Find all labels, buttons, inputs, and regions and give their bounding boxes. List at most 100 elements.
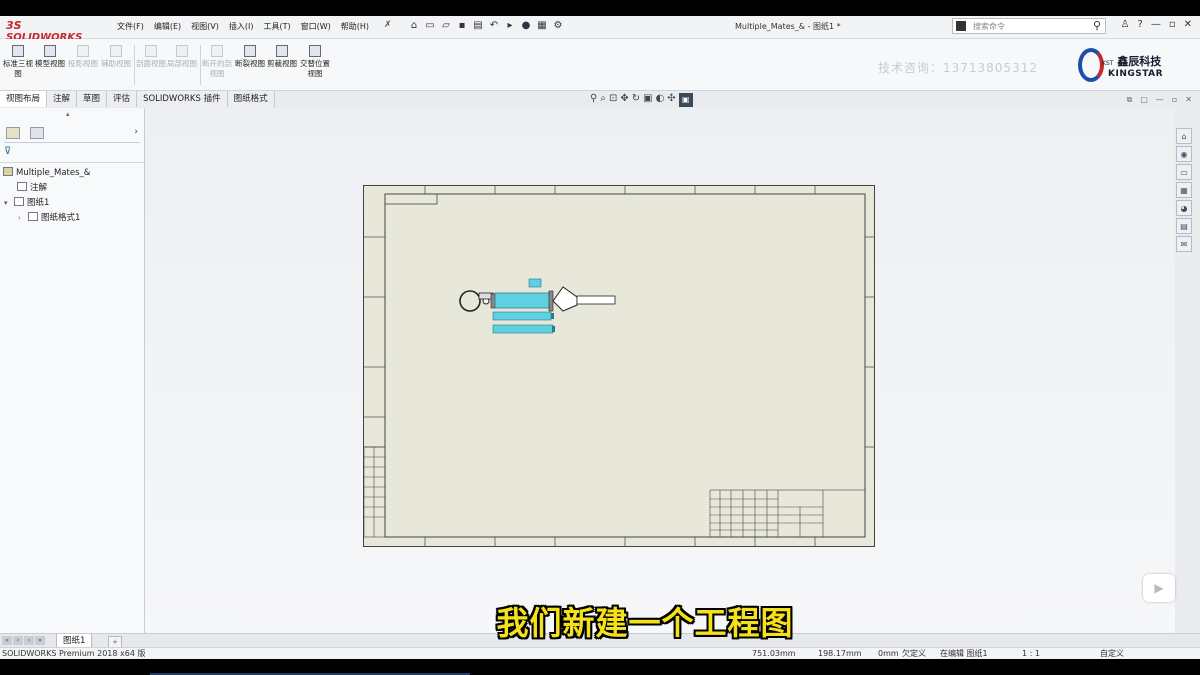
annotations-icon [17,182,27,191]
command-icon [956,21,966,31]
save-icon[interactable]: ▪ [456,19,468,33]
viewport-controls: ⧉ ▢ — ▫ ✕ [1127,95,1192,105]
tree-root[interactable]: Multiple_Mates_& [0,166,144,181]
search-commands-input[interactable]: 搜索命令 ⚲ [952,18,1106,34]
tree-item-sheet-format1[interactable]: › 图纸格式1 [0,211,144,226]
status-definition-state: 欠定义 [902,649,926,658]
hide-show-icon[interactable]: ◐ [656,93,665,107]
title-bar: 3S SOLIDWORKS 文件(F) 编辑(E) 视图(V) 插入(I) 工具… [0,16,1200,43]
filter-icon[interactable]: ⊽ [4,146,11,157]
alternate-position-view-button[interactable]: 交替位置视图 [299,45,331,79]
tab-solidworks-addins[interactable]: SOLIDWORKS 插件 [137,91,228,107]
tab-sketch[interactable]: 草图 [77,91,108,107]
tree-item-sheet1[interactable]: ▾ 图纸1 [0,196,144,211]
close-button[interactable]: ✕ [1184,19,1192,30]
broken-out-section-button[interactable]: 断开的剖视图 [201,45,233,79]
tab-evaluate[interactable]: 评估 [107,91,138,107]
options-gear-icon[interactable]: ⚙ [552,19,564,33]
drawing-sheet-svg [363,185,875,547]
video-bottom-strip [0,659,1200,675]
menu-help[interactable]: 帮助(H) [336,21,374,32]
pin-menu-icon[interactable]: ✗ [384,20,392,30]
drawing-sheet[interactable] [363,185,875,547]
select-icon[interactable]: ▸ [504,19,516,33]
home-icon[interactable]: ⌂ [408,19,420,33]
design-library-icon[interactable]: ◉ [1176,146,1192,162]
file-properties-icon[interactable]: ▦ [536,19,548,33]
help-icon[interactable]: ? [1138,19,1143,30]
viewport-maximize-icon[interactable]: ▫ [1172,95,1177,105]
status-scale[interactable]: 1 : 1 [1022,648,1040,659]
chevron-right-icon[interactable]: › [18,211,28,226]
viewport-tile-icon[interactable]: ▢ [1140,95,1148,105]
menu-view[interactable]: 视图(V) [186,21,224,32]
projected-view-button[interactable]: 投影视图 [67,45,99,69]
pan-icon[interactable]: ✥ [620,93,628,107]
crop-view-icon [276,45,288,57]
auxiliary-view-icon [110,45,122,57]
feature-manager-tab-icon[interactable] [6,127,20,139]
print-icon[interactable]: ▤ [472,19,484,33]
view-palette-icon[interactable]: ▦ [1176,182,1192,198]
custom-properties-icon[interactable]: ▤ [1176,218,1192,234]
collapse-arrow-icon[interactable]: ▴ [66,110,70,118]
contact-watermark: 技术咨询：13713805312 [878,61,1038,75]
display-style-icon[interactable]: ▣ [643,93,652,107]
video-subtitle: 我们新建一个工程图 [496,604,794,642]
menu-insert[interactable]: 插入(I) [224,21,259,32]
model-view-button[interactable]: 模型视图 [34,45,66,69]
model-view-icon [44,45,56,57]
appearances-icon[interactable]: ◕ [1176,200,1192,216]
menu-tools[interactable]: 工具(T) [258,21,295,32]
tab-view-layout[interactable]: 视图布局 [0,91,48,107]
feature-manager-panel: ▴ › ⊽ Multiple_Mates_& 注解 ▾ 图纸1 › 图纸格式1 [0,108,145,633]
document-title: Multiple_Mates_& - 图纸1 * [735,22,841,31]
screen-capture-icon[interactable]: ▣ [678,93,693,107]
break-view-button[interactable]: 断裂视图 [234,45,266,69]
detail-view-button[interactable]: 局部视图 [166,45,198,69]
viewport-close-icon[interactable]: ✕ [1185,95,1192,105]
solidworks-resources-icon[interactable]: ⌂ [1176,128,1192,144]
menu-window[interactable]: 窗口(W) [296,21,336,32]
solidworks-window: 3S SOLIDWORKS 文件(F) 编辑(E) 视图(V) 插入(I) 工具… [0,16,1200,659]
chevron-down-icon[interactable]: ▾ [4,196,14,211]
undo-icon[interactable]: ↶ [488,19,500,33]
section-view-button[interactable]: 剖面视图 [135,45,167,69]
rotate-icon[interactable]: ↻ [632,93,640,107]
menu-edit[interactable]: 编辑(E) [149,21,186,32]
previous-view-icon[interactable]: ⊡ [609,93,617,107]
broken-out-section-icon [211,45,223,57]
property-manager-tab-icon[interactable] [30,127,44,139]
user-icon[interactable]: ♙ [1121,19,1130,30]
status-product: SOLIDWORKS Premium 2018 x64 版 [2,649,146,658]
status-units[interactable]: 自定义 [1100,648,1124,659]
quick-access-toolbar: ⌂ ▭ ▱ ▪ ▤ ↶ ▸ ● ▦ ⚙ [408,19,564,33]
menu-file[interactable]: 文件(F) [112,21,149,32]
alternate-position-view-icon [309,45,321,57]
menu-bar: 文件(F) 编辑(E) 视图(V) 插入(I) 工具(T) 窗口(W) 帮助(H… [112,21,374,32]
window-controls: ♙ ? — ▫ ✕ [1121,19,1192,30]
restore-button[interactable]: ▫ [1169,19,1176,30]
tab-sheet-format[interactable]: 图纸格式 [227,91,275,107]
zoom-to-area-icon[interactable]: ⌕ [600,93,606,107]
search-icon[interactable]: ⚲ [1093,19,1101,32]
rebuild-icon[interactable]: ● [520,19,532,33]
crop-view-button[interactable]: 剪裁视图 [266,45,298,69]
viewport-minimize-icon[interactable]: — [1156,95,1164,105]
chevron-right-icon[interactable]: › [134,127,138,137]
kingstar-logo: KST 鑫辰科技 KINGSTAR [1078,45,1194,87]
open-folder-icon[interactable]: ▱ [440,19,452,33]
view-settings-icon[interactable]: ✣ [667,93,675,107]
file-explorer-icon[interactable]: ▭ [1176,164,1192,180]
solidworks-logo[interactable]: 3S SOLIDWORKS [6,19,94,43]
new-document-icon[interactable]: ▭ [424,19,436,33]
minimize-button[interactable]: — [1151,19,1161,30]
tab-annotation[interactable]: 注解 [47,91,78,107]
standard-3-view-button[interactable]: 标准三视图 [2,45,34,79]
feature-tree: Multiple_Mates_& 注解 ▾ 图纸1 › 图纸格式1 [0,166,144,226]
viewport-restore-icon[interactable]: ⧉ [1127,95,1133,105]
zoom-to-fit-icon[interactable]: ⚲ [590,93,597,107]
auxiliary-view-button[interactable]: 辅助视图 [100,45,132,69]
forum-icon[interactable]: ✉ [1176,236,1192,252]
tree-item-annotations[interactable]: 注解 [0,181,144,196]
